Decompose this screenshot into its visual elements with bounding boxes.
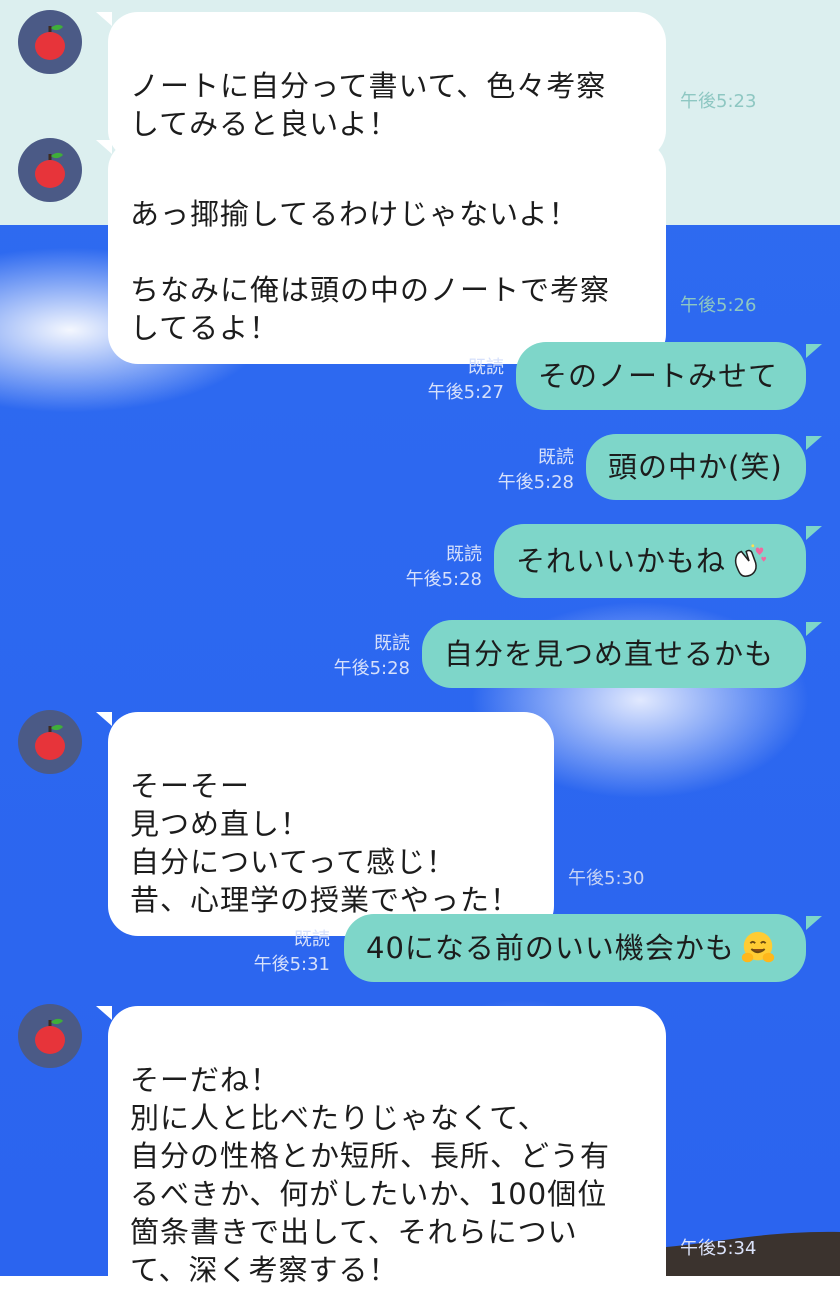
message-meta: 既読 午後5:28 xyxy=(306,631,410,681)
bubble-tail xyxy=(96,12,112,26)
message-timestamp: 午後5:34 xyxy=(680,1238,757,1259)
apple-icon xyxy=(35,152,65,188)
message-meta: 既読 午後5:31 xyxy=(226,927,330,977)
bubble-tail xyxy=(806,436,822,450)
bubble-tail xyxy=(96,1006,112,1020)
message-meta: 既読 午後5:27 xyxy=(400,355,504,405)
bubble-tail xyxy=(96,712,112,726)
message-timestamp: 午後5:31 xyxy=(253,954,330,975)
message-text: ノートに自分って書いて、色々考察 してみると良いよ！ xyxy=(130,69,607,141)
incoming-message-bubble[interactable]: ノートに自分って書いて、色々考察 してみると良いよ！ xyxy=(108,12,666,160)
message-text: そのノートみせて xyxy=(538,359,779,393)
message-text: そーだね！ 別に人と比べたりじゃなくて、 自分の性格とか短所、長所、どう有 るべ… xyxy=(130,1063,611,1287)
message-text: 40になる前のいい機会かも xyxy=(366,931,735,965)
bubble-tail xyxy=(806,344,822,358)
outgoing-message-bubble[interactable]: 頭の中か(笑) xyxy=(586,434,806,500)
incoming-message-bubble[interactable]: あっ揶揄してるわけじゃないよ！ ちなみに俺は頭の中のノートで考察 してるよ！ xyxy=(108,140,666,364)
message-text: あっ揶揄してるわけじゃないよ！ ちなみに俺は頭の中のノートで考察 してるよ！ xyxy=(130,197,611,345)
message-timestamp: 午後5:28 xyxy=(405,569,482,590)
message-timestamp: 午後5:30 xyxy=(568,868,645,889)
incoming-message-bubble[interactable]: そーだね！ 別に人と比べたりじゃなくて、 自分の性格とか短所、長所、どう有 るべ… xyxy=(108,1006,666,1306)
avatar[interactable] xyxy=(18,138,82,202)
read-receipt: 既読 xyxy=(468,357,504,378)
bubble-tail xyxy=(806,526,822,540)
message-text: そーそー 見つめ直し！ 自分についてって感じ！ 昔、心理学の授業でやった！ xyxy=(130,769,521,917)
read-receipt: 既読 xyxy=(374,633,410,654)
outgoing-message-bubble[interactable]: 40になる前のいい機会かも xyxy=(344,914,806,982)
outgoing-message-bubble[interactable]: それいいかもね xyxy=(494,524,806,598)
outgoing-message-bubble[interactable]: そのノートみせて xyxy=(516,342,806,410)
read-receipt: 既読 xyxy=(538,447,574,468)
read-receipt: 既読 xyxy=(294,929,330,950)
outgoing-message-bubble[interactable]: 自分を見つめ直せるかも xyxy=(422,620,806,688)
apple-icon xyxy=(35,1018,65,1054)
message-timestamp: 午後5:23 xyxy=(680,91,757,112)
bubble-tail xyxy=(806,916,822,930)
message-text: 自分を見つめ直せるかも xyxy=(444,637,775,671)
apple-icon xyxy=(35,724,65,760)
message-timestamp: 午後5:27 xyxy=(427,382,504,403)
message-meta: 既読 午後5:28 xyxy=(470,445,574,495)
bubble-tail xyxy=(96,140,112,154)
message-timestamp: 午後5:28 xyxy=(333,658,410,679)
clapping-hands-sticker-icon xyxy=(734,544,767,577)
hugging-face-icon xyxy=(741,931,775,963)
message-text: それいいかもね xyxy=(516,544,727,578)
message-timestamp: 午後5:28 xyxy=(497,472,574,493)
avatar[interactable] xyxy=(18,710,82,774)
avatar[interactable] xyxy=(18,1004,82,1068)
incoming-message-bubble[interactable]: そーそー 見つめ直し！ 自分についてって感じ！ 昔、心理学の授業でやった！ xyxy=(108,712,554,936)
read-receipt: 既読 xyxy=(446,544,482,565)
message-meta: 既読 午後5:28 xyxy=(378,542,482,592)
avatar[interactable] xyxy=(18,10,82,74)
apple-icon xyxy=(35,24,65,60)
bubble-tail xyxy=(806,622,822,636)
message-timestamp: 午後5:26 xyxy=(680,295,757,316)
message-text: 頭の中か(笑) xyxy=(608,450,783,484)
